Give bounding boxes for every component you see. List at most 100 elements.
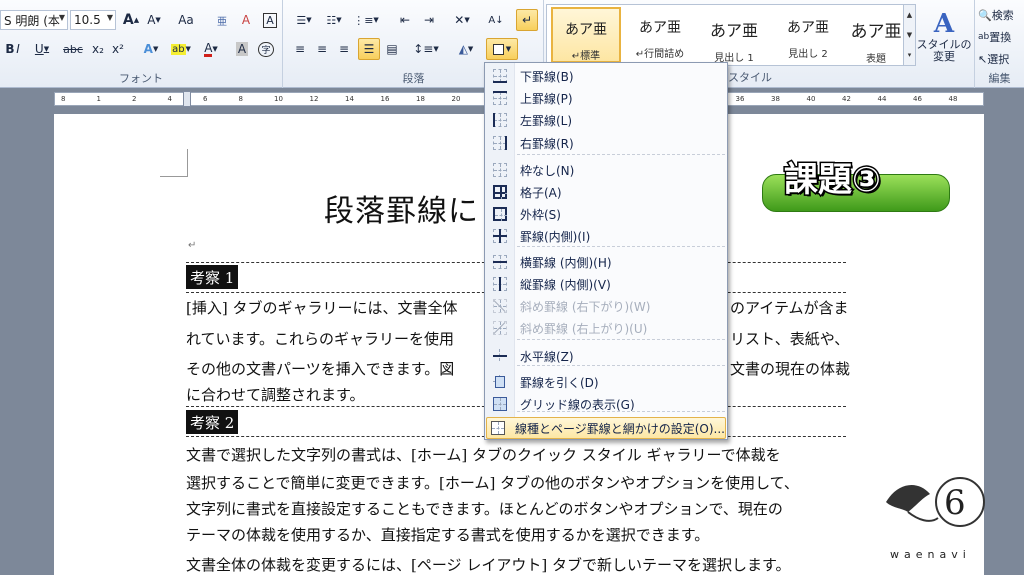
increase-indent-button[interactable]: ⇥ bbox=[418, 9, 440, 31]
underline-button[interactable]: U ▼ bbox=[30, 38, 54, 60]
border-menu-item[interactable]: 縦罫線 (内側)(V) bbox=[486, 273, 726, 295]
inside-horizontal-border-icon bbox=[486, 251, 514, 273]
document-title[interactable]: 段落罫線に bbox=[324, 186, 479, 230]
clear-format-icon: A bbox=[241, 13, 251, 27]
menu-item-label: 斜め罫線 (右上がり)(U) bbox=[520, 321, 648, 336]
border-glyph bbox=[493, 91, 507, 105]
para2-line[interactable]: 選択することで簡単に変更できます。[ホーム] タブの他のボタンやオプションを使用… bbox=[186, 472, 799, 493]
enclose-char-button[interactable]: 字 bbox=[256, 38, 276, 60]
gallery-scroll[interactable]: ▲ ▼ ▾ bbox=[903, 5, 915, 65]
change-styles-button[interactable]: A スタイルの 変更 bbox=[917, 4, 972, 68]
change-case-button[interactable]: Aa bbox=[172, 9, 200, 31]
align-right-button[interactable]: ≡ bbox=[334, 38, 354, 60]
line-spacing-button[interactable]: ↕≡ ▼ bbox=[412, 38, 440, 60]
italic-button[interactable]: I bbox=[8, 38, 28, 60]
font-name-combo[interactable]: S 明朗 (本 ▼ bbox=[0, 10, 68, 30]
ruler-tick: 20 bbox=[451, 95, 461, 103]
text-effects-icon: A bbox=[143, 42, 153, 56]
menu-item-label: 線種とページ罫線と網かけの設定(O)... bbox=[514, 421, 725, 436]
font-color-button[interactable]: A ▼ bbox=[198, 38, 224, 60]
font-size-combo[interactable]: 10.5 ▼ bbox=[70, 10, 116, 30]
border-glyph bbox=[493, 349, 507, 363]
subscript-button[interactable]: x₂ bbox=[88, 38, 108, 60]
shrink-font-button[interactable]: A ▼ bbox=[143, 9, 165, 31]
align-left-icon: ≡ bbox=[294, 42, 306, 56]
heading-1-label[interactable]: 考察 1 bbox=[186, 265, 239, 289]
inside-borders-icon bbox=[486, 225, 514, 247]
chevron-down-icon[interactable]: ▼ bbox=[59, 13, 65, 22]
distributed-icon: ▤ bbox=[386, 42, 398, 56]
style-title[interactable]: あア亜 表題 bbox=[841, 7, 911, 65]
ruler-tick: 46 bbox=[913, 95, 922, 103]
replace-button[interactable]: ab 置換 bbox=[977, 26, 1024, 48]
para2-line[interactable]: 文書で選択した文字列の書式は、[ホーム] タブのクイック スタイル ギャラリーで… bbox=[186, 444, 781, 465]
para1-line[interactable]: に合わせて調整されます。 bbox=[186, 384, 365, 405]
style-heading-1[interactable]: あア亜 見出し 1 bbox=[699, 7, 769, 64]
distributed-button[interactable]: ▤ bbox=[382, 38, 402, 60]
line-spacing-icon: ↕≡ bbox=[413, 42, 434, 56]
change-case-icon: Aa bbox=[178, 13, 194, 27]
char-border-button[interactable]: A bbox=[260, 9, 280, 31]
decrease-indent-button[interactable]: ⇤ bbox=[394, 9, 416, 31]
border-glyph-line bbox=[493, 261, 507, 263]
border-menu-item[interactable]: 線種とページ罫線と網かけの設定(O)... bbox=[486, 417, 726, 439]
ruler-tick: 44 bbox=[877, 95, 887, 103]
para1-line-right[interactable]: 文書の現在の体裁 bbox=[730, 358, 850, 379]
border-menu-item[interactable]: 罫線(内側)(I) bbox=[486, 225, 726, 247]
border-menu-item[interactable]: 外枠(S) bbox=[486, 203, 726, 225]
highlight-button[interactable]: ab ▼ bbox=[168, 38, 194, 60]
increase-indent-icon: ⇥ bbox=[423, 13, 435, 27]
para2-line[interactable]: 文書全体の体裁を変更するには、[ページ レイアウト] タブで新しいテーマを選択し… bbox=[186, 554, 790, 575]
para2-line[interactable]: 文字列に書式を直接設定することもできます。ほとんどのボタンやオプションで、現在の bbox=[186, 498, 783, 519]
strikethrough-button[interactable]: abc bbox=[60, 38, 86, 60]
para1-line[interactable]: その他の文書パーツを挿入できます。図 bbox=[186, 358, 454, 379]
indent-marker[interactable] bbox=[183, 91, 191, 107]
border-menu-item[interactable]: 左罫線(L) bbox=[486, 109, 726, 131]
show-marks-button[interactable]: ↵ bbox=[516, 9, 538, 31]
sort-button[interactable]: A↓ bbox=[486, 9, 506, 31]
border-menu-item[interactable]: 右罫線(R) bbox=[486, 132, 726, 154]
bullets-button[interactable]: ☰ ▼ bbox=[290, 9, 318, 31]
superscript-button[interactable]: x² bbox=[108, 38, 128, 60]
text-direction-button[interactable]: ✕ ▼ bbox=[448, 9, 476, 31]
align-center-button[interactable]: ≡ bbox=[312, 38, 332, 60]
style-preview: あア亜 bbox=[639, 20, 681, 36]
para2-line[interactable]: テーマの体裁を使用するか、直接指定する書式を使用するかを選択できます。 bbox=[186, 524, 709, 545]
menu-item-label: 格子(A) bbox=[520, 185, 562, 200]
para1-line-right[interactable]: のアイテムが含ま bbox=[730, 297, 849, 318]
border-menu-item[interactable]: 横罫線 (内側)(H) bbox=[486, 251, 726, 273]
char-shading-button[interactable]: A bbox=[232, 38, 252, 60]
border-menu-item[interactable]: 上罫線(P) bbox=[486, 87, 726, 109]
para1-line[interactable]: [挿入] タブのギャラリーには、文書全体 bbox=[186, 297, 457, 318]
border-menu-item[interactable]: 下罫線(B) bbox=[486, 65, 726, 87]
border-menu-item[interactable]: 枠なし(N) bbox=[486, 159, 726, 181]
clear-format-button[interactable]: A bbox=[236, 9, 256, 31]
phonetic-guide-button[interactable]: 亜 bbox=[212, 9, 232, 31]
select-button[interactable]: ↖ 選択 bbox=[977, 48, 1024, 70]
text-effects-button[interactable]: A ▼ bbox=[138, 38, 164, 60]
border-box-icon bbox=[492, 43, 504, 55]
border-menu-item[interactable]: 格子(A) bbox=[486, 181, 726, 203]
grow-font-button[interactable]: A ▲ bbox=[120, 9, 142, 31]
para1-line[interactable]: れています。これらのギャラリーを使用 bbox=[186, 328, 454, 349]
paragraph-mark-icon: ↵ bbox=[521, 13, 533, 27]
border-menu-item[interactable]: 水平線(Z) bbox=[486, 345, 726, 367]
style-no-spacing[interactable]: あア亜 ↵行間詰め bbox=[625, 7, 695, 63]
border-menu-item[interactable]: グリッド線の表示(G) bbox=[486, 393, 726, 415]
borders-button[interactable]: ▼ bbox=[486, 38, 518, 60]
chevron-down-icon[interactable]: ▼ bbox=[107, 13, 113, 22]
shading-button[interactable]: ◭ ▼ bbox=[452, 38, 480, 60]
heading-2-label[interactable]: 考察 2 bbox=[186, 410, 239, 434]
align-left-button[interactable]: ≡ bbox=[290, 38, 310, 60]
grow-font-icon: A bbox=[122, 12, 134, 28]
bird-logo-icon: 6 bbox=[886, 477, 985, 527]
border-menu-item[interactable]: 罫線を引く(D) bbox=[486, 371, 726, 393]
align-center-icon: ≡ bbox=[316, 42, 328, 56]
multilevel-list-button[interactable]: ⋮≡ ▼ bbox=[352, 9, 380, 31]
para1-line-right[interactable]: リスト、表紙や、 bbox=[730, 328, 849, 349]
style-standard[interactable]: あア亜 ↵標準 bbox=[551, 7, 621, 63]
numbering-button[interactable]: ☷ ▼ bbox=[320, 9, 348, 31]
find-button[interactable]: 🔍 検索 bbox=[977, 4, 1024, 26]
style-heading-2[interactable]: あア亜 見出し 2 bbox=[773, 7, 843, 63]
justify-button[interactable]: ☰ bbox=[358, 38, 380, 60]
